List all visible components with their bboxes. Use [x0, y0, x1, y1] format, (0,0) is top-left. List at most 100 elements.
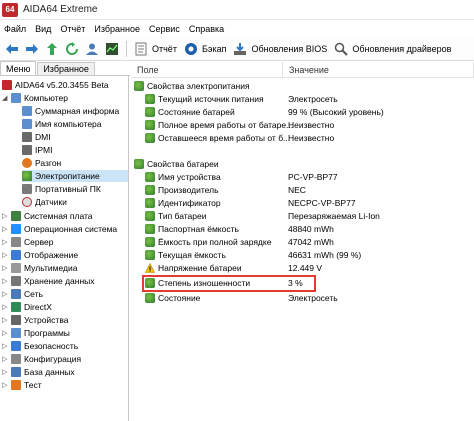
backup-button[interactable]: Бэкап	[183, 41, 226, 57]
expand-icon[interactable]: ▷	[2, 303, 10, 311]
tree-item-database[interactable]: ▷ База данных	[2, 366, 75, 378]
table-row[interactable]: Производитель NEC	[131, 184, 474, 196]
tab-menu[interactable]: Меню	[0, 61, 37, 75]
menu-view[interactable]: Вид	[31, 24, 56, 34]
tree-item-label: Безопасность	[24, 341, 79, 351]
tree-item-multimedia[interactable]: ▷ Мультимедиа	[2, 262, 77, 274]
tree-item-config[interactable]: ▷ Конфигурация	[2, 353, 81, 365]
tree-item-label: Датчики	[35, 197, 67, 207]
tree-item-overclock[interactable]: Разгон	[22, 157, 61, 169]
table-row[interactable]: Оставшееся время работы от б... Неизвест…	[131, 132, 474, 144]
tree-item-storage[interactable]: ▷ Хранение данных	[2, 275, 95, 287]
table-row[interactable]: Имя устройства PC-VP-BP77	[131, 171, 474, 183]
menu-service[interactable]: Сервис	[145, 24, 185, 34]
highlight-box	[142, 275, 316, 292]
collapse-icon[interactable]: ◢	[2, 94, 10, 102]
field-cell: Производитель	[145, 185, 219, 195]
back-arrow-icon[interactable]	[4, 41, 20, 57]
forward-arrow-icon[interactable]	[24, 41, 40, 57]
tree-item-devices[interactable]: ▷ Устройства	[2, 314, 68, 326]
tree-item-network[interactable]: ▷ Сеть	[2, 288, 43, 300]
expand-icon[interactable]: ▷	[2, 368, 10, 376]
value-cell: NEC	[288, 185, 306, 195]
column-header-value[interactable]: Значение	[283, 62, 474, 78]
field-label: Паспортная ёмкость	[158, 224, 239, 234]
tree-item-label: Системная плата	[24, 211, 93, 221]
user-icon[interactable]	[84, 41, 100, 57]
expand-icon[interactable]: ▷	[2, 355, 10, 363]
tree-item-os[interactable]: ▷ Операционная система	[2, 223, 117, 235]
field-cell: Имя устройства	[145, 172, 221, 182]
table-row[interactable]: Состояние батарей 99 % (Высокий уровень)	[131, 106, 474, 118]
computer-name-icon	[22, 119, 32, 129]
tree-item-security[interactable]: ▷ Безопасность	[2, 340, 78, 352]
expand-icon[interactable]: ▷	[2, 225, 10, 233]
menu-report[interactable]: Отчёт	[56, 24, 90, 34]
tree-item-display[interactable]: ▷ Отображение	[2, 249, 78, 261]
refresh-icon[interactable]	[64, 41, 80, 57]
tree-item-summary[interactable]: Суммарная информа	[22, 105, 119, 117]
tree-item-laptop[interactable]: Портативный ПК	[22, 183, 101, 195]
menu-favorites[interactable]: Избранное	[90, 24, 145, 34]
tree-item-label: Сервер	[24, 237, 54, 247]
table-row[interactable]: Текущий источник питания Электросеть	[131, 93, 474, 105]
tree-item-computer[interactable]: ◢ Компьютер	[2, 92, 68, 104]
tree-item-sensors[interactable]: Датчики	[22, 196, 67, 208]
expand-icon[interactable]: ▷	[2, 264, 10, 272]
field-cell: Полное время работы от батаре...	[145, 120, 293, 130]
battery-icon	[145, 120, 155, 130]
menu-help[interactable]: Справка	[185, 24, 229, 34]
table-row[interactable]: Ёмкость при полной зарядке 47042 mWh	[131, 236, 474, 248]
group-row[interactable]: Свойства электропитания	[131, 80, 474, 92]
tree-item-benchmark[interactable]: ▷ Тест	[2, 379, 42, 391]
expand-icon[interactable]: ▷	[2, 381, 10, 389]
battery-icon	[145, 133, 155, 143]
table-row[interactable]: Полное время работы от батаре... Неизвес…	[131, 119, 474, 131]
tree-item-power[interactable]: Электропитание	[22, 170, 128, 182]
tree-item-programs[interactable]: ▷ Программы	[2, 327, 70, 339]
tree-item-ipmi[interactable]: IPMI	[22, 144, 52, 156]
tree-item-computer-name[interactable]: Имя компьютера	[22, 118, 102, 130]
menu-file[interactable]: Файл	[0, 24, 31, 34]
expand-icon[interactable]: ▷	[2, 212, 10, 220]
expand-icon[interactable]: ▷	[2, 277, 10, 285]
tree-item-dmi[interactable]: DMI	[22, 131, 51, 143]
group-label: Свойства электропитания	[147, 81, 250, 91]
expand-icon[interactable]: ▷	[2, 251, 10, 259]
battery-icon	[145, 185, 155, 195]
tree-item-server[interactable]: ▷ Сервер	[2, 236, 53, 248]
tree-item-directx[interactable]: ▷ DirectX	[2, 301, 52, 313]
table-row[interactable]: Состояние Электросеть	[131, 292, 474, 304]
storage-icon	[11, 276, 21, 286]
column-header-field[interactable]: Поле	[131, 62, 283, 78]
table-row[interactable]: Текущая ёмкость 46631 mWh (99 %)	[131, 249, 474, 261]
expand-icon[interactable]: ▷	[2, 342, 10, 350]
tree-item-label: Разгон	[35, 158, 62, 168]
tree-item-motherboard[interactable]: ▷ Системная плата	[2, 210, 93, 222]
expand-icon[interactable]: ▷	[2, 329, 10, 337]
driver-update-button[interactable]: Обновления драйверов	[333, 41, 451, 57]
chart-icon[interactable]	[104, 41, 120, 57]
field-cell: Тип батареи	[145, 211, 206, 221]
up-arrow-icon[interactable]	[44, 41, 60, 57]
report-button[interactable]: Отчёт	[133, 41, 177, 57]
bios-update-button[interactable]: Обновления BIOS	[232, 41, 327, 57]
expand-icon[interactable]: ▷	[2, 238, 10, 246]
table-row[interactable]: Идентификатор NECPC-VP-BP77	[131, 197, 474, 209]
tree-root[interactable]: AIDA64 v5.20.3455 Beta	[2, 79, 109, 91]
tab-favorites[interactable]: Избранное	[37, 62, 95, 75]
expand-icon[interactable]: ▷	[2, 316, 10, 324]
table-row[interactable]: Напряжение батареи 12.449 V	[131, 262, 474, 274]
navigation-tree: AIDA64 v5.20.3455 Beta ◢ Компьютер Сумма…	[0, 76, 129, 421]
config-icon	[11, 354, 21, 364]
table-row[interactable]: Тип батареи Перезаряжаемая Li-Ion	[131, 210, 474, 222]
group-row[interactable]: Свойства батареи	[131, 158, 474, 170]
laptop-icon	[22, 184, 32, 194]
backup-icon	[183, 41, 199, 57]
battery-icon	[145, 198, 155, 208]
database-icon	[11, 367, 21, 377]
tree-item-label: Отображение	[24, 250, 79, 260]
table-row[interactable]: Паспортная ёмкость 48840 mWh	[131, 223, 474, 235]
expand-icon[interactable]: ▷	[2, 290, 10, 298]
field-label: Текущая ёмкость	[158, 250, 226, 260]
